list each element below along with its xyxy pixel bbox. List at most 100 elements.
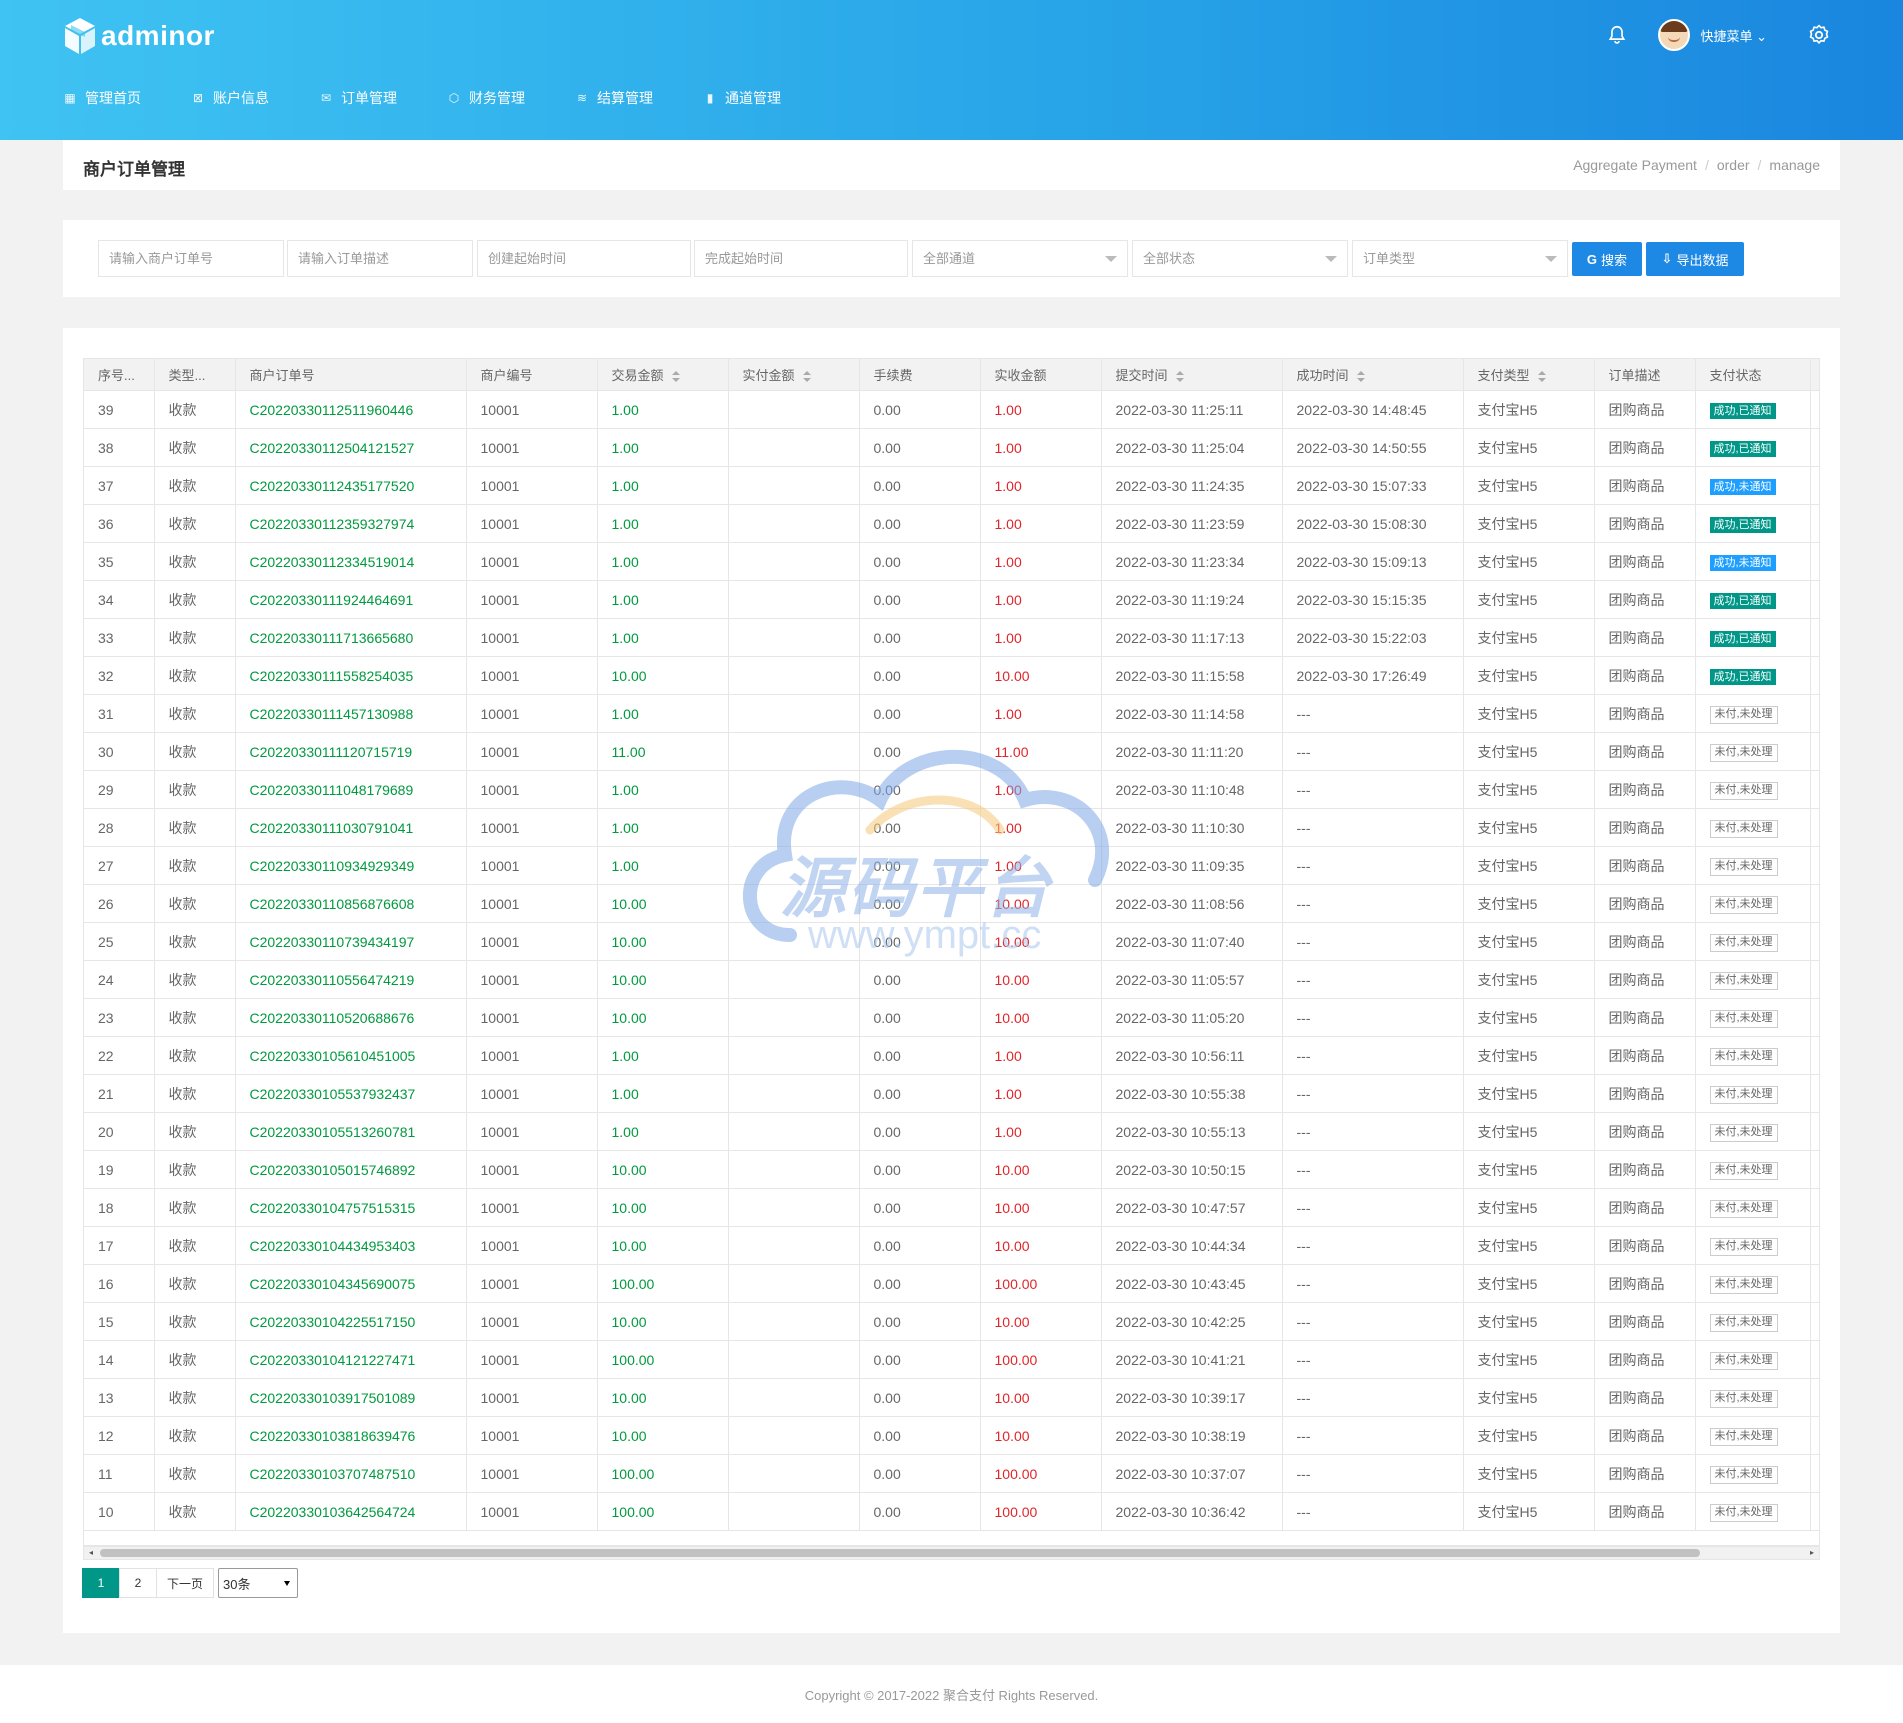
row-extra-cell bbox=[1810, 1454, 1819, 1493]
page-button-1[interactable]: 1 bbox=[82, 1568, 120, 1598]
table-row[interactable]: 16 收款 C20220330104345690075 10001 100.00 0.00… bbox=[84, 1264, 1819, 1303]
status-badge: 未付,未处理 bbox=[1709, 819, 1778, 838]
table-row[interactable]: 22 收款 C20220330105610451005 10001 1.00 0.00 1.… bbox=[84, 1036, 1819, 1075]
sort-icon[interactable] bbox=[1175, 370, 1184, 383]
table-row[interactable]: 18 收款 C20220330104757515315 10001 10.00 0.00 1… bbox=[84, 1188, 1819, 1227]
row-status-cell: 未付,未处理 bbox=[1695, 1074, 1811, 1113]
order-desc-input[interactable]: 请输入订单描述 bbox=[287, 240, 473, 277]
sort-icon[interactable] bbox=[671, 370, 680, 383]
nav-item-finance[interactable]: ⬡ 财务管理 bbox=[447, 88, 525, 108]
sort-icon[interactable] bbox=[802, 370, 811, 383]
table-row[interactable]: 26 收款 C20220330110856876608 10001 10.00 0.00 1… bbox=[84, 884, 1819, 923]
table-row[interactable]: 13 收款 C20220330103917501089 10001 10.00 0.00 1… bbox=[84, 1378, 1819, 1417]
row-received-cell: 10.00 bbox=[980, 922, 1102, 961]
row-type-cell: 收款 bbox=[154, 846, 236, 885]
table-row[interactable]: 14 收款 C20220330104121227471 10001 100.00 0.00… bbox=[84, 1340, 1819, 1379]
row-type-cell: 收款 bbox=[154, 1416, 236, 1455]
row-desc-cell: 团购商品 bbox=[1594, 884, 1696, 923]
breadcrumb-item[interactable]: Aggregate Payment bbox=[1573, 157, 1697, 173]
user-avatar[interactable] bbox=[1658, 19, 1691, 51]
next-page-button[interactable]: 下一页 bbox=[156, 1568, 215, 1598]
breadcrumb-item[interactable]: order bbox=[1717, 157, 1750, 173]
table-row[interactable]: 28 收款 C20220330111030791041 10001 1.00 0.00 1.… bbox=[84, 808, 1819, 847]
create-start-time-input[interactable]: 创建起始时间 bbox=[477, 240, 691, 277]
order-type-select[interactable]: 订单类型 bbox=[1352, 240, 1568, 277]
table-row[interactable]: 29 收款 C20220330111048179689 10001 1.00 0.00 1.… bbox=[84, 770, 1819, 809]
quick-menu-dropdown[interactable]: 快捷菜单 ⌄ bbox=[1700, 26, 1767, 45]
row-type-cell: 收款 bbox=[154, 1036, 236, 1075]
table-row[interactable]: 33 收款 C20220330111713665680 10001 1.00 0.00 1.… bbox=[84, 618, 1819, 657]
complete-start-time-input[interactable]: 完成起始时间 bbox=[694, 240, 908, 277]
row-type-cell: 收款 bbox=[154, 1340, 236, 1379]
row-success-time-cell: --- bbox=[1282, 1036, 1464, 1075]
table-row[interactable]: 27 收款 C20220330110934929349 10001 1.00 0.00 1.… bbox=[84, 846, 1819, 885]
col-header-submit-time[interactable]: 提交时间 bbox=[1101, 359, 1283, 391]
col-header-type[interactable]: 类型... bbox=[154, 359, 236, 391]
table-row[interactable]: 39 收款 C20220330112511960446 10001 1.00 0.00 1.… bbox=[84, 390, 1819, 429]
gear-icon[interactable] bbox=[1807, 23, 1831, 47]
table-row[interactable]: 37 收款 C20220330112435177520 10001 1.00 0.00 1.… bbox=[84, 466, 1819, 505]
row-desc-cell: 团购商品 bbox=[1594, 1264, 1696, 1303]
status-select[interactable]: 全部状态 bbox=[1132, 240, 1348, 277]
row-received-cell: 11.00 bbox=[980, 732, 1102, 771]
row-received-cell: 10.00 bbox=[980, 1150, 1102, 1189]
row-desc-cell: 团购商品 bbox=[1594, 694, 1696, 733]
merchant-order-input[interactable]: 请输入商户订单号 bbox=[98, 240, 284, 277]
row-pay-type-cell: 支付宝H5 bbox=[1463, 1036, 1595, 1075]
page-button-2[interactable]: 2 bbox=[119, 1568, 157, 1598]
table-row[interactable]: 30 收款 C20220330111120715719 10001 11.00 0.00 1… bbox=[84, 732, 1819, 771]
row-fee-cell: 0.00 bbox=[859, 428, 981, 467]
status-badge: 未付,未处理 bbox=[1709, 1275, 1778, 1294]
table-row[interactable]: 31 收款 C20220330111457130988 10001 1.00 0.00 1.… bbox=[84, 694, 1819, 733]
nav-item-dashboard[interactable]: ▦ 管理首页 bbox=[63, 88, 141, 108]
page-size-select[interactable]: 30条 bbox=[218, 1568, 299, 1598]
nav-item-account[interactable]: ⊠ 账户信息 bbox=[191, 88, 269, 108]
row-merchant-cell: 10001 bbox=[466, 1378, 598, 1417]
row-type-cell: 收款 bbox=[154, 1492, 236, 1531]
sort-icon[interactable] bbox=[1537, 370, 1546, 383]
table-row[interactable]: 38 收款 C20220330112504121527 10001 1.00 0.00 1.… bbox=[84, 428, 1819, 467]
table-row[interactable]: 21 收款 C20220330105537932437 10001 1.00 0.00 1.… bbox=[84, 1074, 1819, 1113]
row-order-no-cell: C20220330103707487510 bbox=[235, 1454, 467, 1493]
table-row[interactable]: 17 收款 C20220330104434953403 10001 10.00 0.00 1… bbox=[84, 1226, 1819, 1265]
header-label: 实付金额 bbox=[742, 368, 795, 383]
table-row[interactable]: 34 收款 C20220330111924464691 10001 1.00 0.00 1.… bbox=[84, 580, 1819, 619]
main-nav: ▦ 管理首页 ⊠ 账户信息 ✉ 订单管理 ⬡ 财务管理 ≋ 结算管理 ▮ 通道管理 bbox=[63, 88, 831, 108]
scroll-left-icon[interactable]: ◂ bbox=[84, 1547, 98, 1559]
horizontal-scrollbar[interactable]: ◂ ▸ bbox=[83, 1546, 1820, 1560]
row-success-time-cell: --- bbox=[1282, 846, 1464, 885]
row-amount-cell: 1.00 bbox=[597, 770, 729, 809]
nav-item-settlement[interactable]: ≋ 结算管理 bbox=[575, 88, 653, 108]
table-row[interactable]: 10 收款 C20220330103642564724 10001 100.00 0.00… bbox=[84, 1492, 1819, 1531]
table-row[interactable]: 15 收款 C20220330104225517150 10001 10.00 0.00 1… bbox=[84, 1302, 1819, 1341]
row-id-cell: 29 bbox=[84, 770, 155, 809]
scrollbar-thumb[interactable] bbox=[100, 1549, 1700, 1557]
nav-item-channels[interactable]: ▮ 通道管理 bbox=[703, 88, 781, 108]
table-row[interactable]: 35 收款 C20220330112334519014 10001 1.00 0.00 1.… bbox=[84, 542, 1819, 581]
col-header-success-time[interactable]: 成功时间 bbox=[1282, 359, 1464, 391]
row-amount-cell: 100.00 bbox=[597, 1264, 729, 1303]
table-row[interactable]: 36 收款 C20220330112359327974 10001 1.00 0.00 1.… bbox=[84, 504, 1819, 543]
col-header-id[interactable]: 序号... bbox=[84, 359, 155, 391]
table-row[interactable]: 11 收款 C20220330103707487510 10001 100.00 0.00… bbox=[84, 1454, 1819, 1493]
table-row[interactable]: 25 收款 C20220330110739434197 10001 10.00 0.00 1… bbox=[84, 922, 1819, 961]
bell-icon[interactable] bbox=[1606, 24, 1628, 46]
export-button[interactable]: ⇩ 导出数据 bbox=[1646, 242, 1744, 276]
sort-icon[interactable] bbox=[1356, 370, 1365, 383]
nav-item-orders[interactable]: ✉ 订单管理 bbox=[319, 88, 397, 108]
table-row[interactable]: 23 收款 C20220330110520688676 10001 10.00 0.00 1… bbox=[84, 998, 1819, 1037]
search-button[interactable]: G 搜索 bbox=[1572, 242, 1642, 276]
table-row[interactable]: 19 收款 C20220330105015746892 10001 10.00 0.00 1… bbox=[84, 1150, 1819, 1189]
col-header-pay-type[interactable]: 支付类型 bbox=[1463, 359, 1595, 391]
brand-logo[interactable]: adminor bbox=[63, 16, 215, 56]
table-row[interactable]: 20 收款 C20220330105513260781 10001 1.00 0.00 1.… bbox=[84, 1112, 1819, 1151]
table-row[interactable]: 12 收款 C20220330103818639476 10001 10.00 0.00 1… bbox=[84, 1416, 1819, 1455]
row-paid-cell bbox=[728, 922, 860, 961]
table-row[interactable]: 32 收款 C20220330111558254035 10001 10.00 0.00 1… bbox=[84, 656, 1819, 695]
channel-select[interactable]: 全部通道 bbox=[912, 240, 1128, 277]
col-header-amount[interactable]: 交易金额 bbox=[597, 359, 729, 391]
scroll-right-icon[interactable]: ▸ bbox=[1805, 1547, 1819, 1559]
row-id-cell: 18 bbox=[84, 1188, 155, 1227]
table-row[interactable]: 24 收款 C20220330110556474219 10001 10.00 0.00 1… bbox=[84, 960, 1819, 999]
col-header-paid[interactable]: 实付金额 bbox=[728, 359, 860, 391]
